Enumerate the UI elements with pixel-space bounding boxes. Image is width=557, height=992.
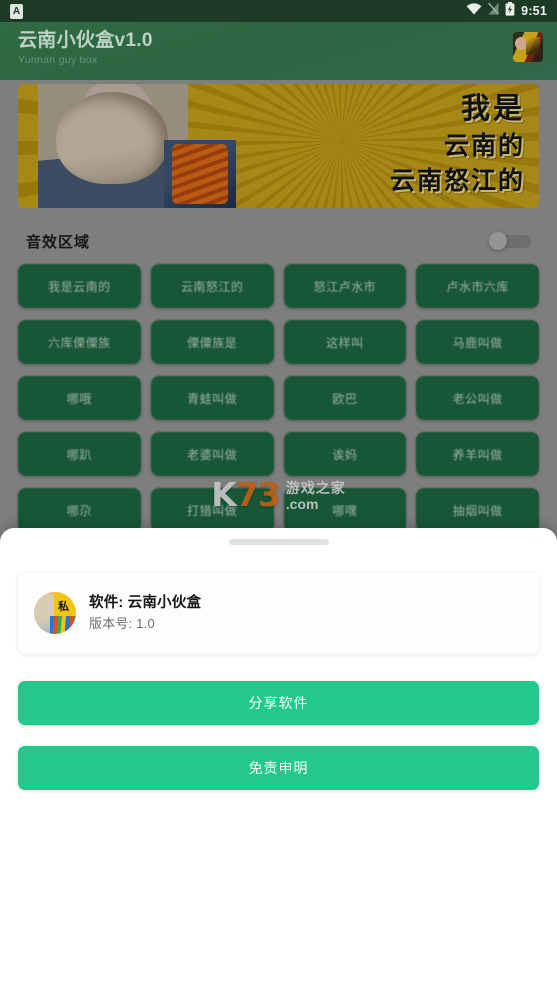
- status-bar-clock: 9:51: [521, 4, 547, 18]
- software-avatar-icon: 私: [34, 592, 76, 634]
- sheet-drag-handle[interactable]: [228, 539, 329, 545]
- status-bar-left: A: [10, 3, 23, 19]
- phone-screen: A 9:51 云南小伙盒v1.0 Yunnan guy box 我是 云南的 云…: [0, 0, 557, 992]
- disclaimer-button[interactable]: 免责申明: [18, 746, 539, 790]
- software-info-card: 私 软件: 云南小伙盒 版本号: 1.0: [18, 572, 539, 654]
- status-bar: A 9:51: [0, 0, 557, 22]
- app-logo-avatar-icon[interactable]: [513, 32, 543, 62]
- notification-badge-icon: A: [10, 3, 23, 19]
- sim-signal-icon: [488, 2, 500, 20]
- wifi-icon: [466, 2, 482, 20]
- header-text-group: 云南小伙盒v1.0 Yunnan guy box: [18, 28, 153, 67]
- software-info-text-group: 软件: 云南小伙盒 版本号: 1.0: [89, 592, 201, 634]
- avatar-layer-accent: [525, 36, 540, 56]
- app-subtitle: Yunnan guy box: [18, 54, 98, 66]
- bottom-sheet: 私 软件: 云南小伙盒 版本号: 1.0 分享软件 免责申明: [0, 528, 557, 992]
- avatar-color-bars: [50, 616, 76, 634]
- share-software-button[interactable]: 分享软件: [18, 681, 539, 725]
- avatar-glyph: 私: [58, 600, 69, 613]
- status-bar-right: 9:51: [466, 1, 547, 21]
- battery-charging-icon: [505, 1, 515, 21]
- software-name-label: 软件: 云南小伙盒: [89, 595, 202, 611]
- software-version-label: 版本号: 1.0: [89, 616, 155, 631]
- app-header: 云南小伙盒v1.0 Yunnan guy box: [0, 22, 557, 80]
- app-title: 云南小伙盒v1.0: [18, 30, 153, 51]
